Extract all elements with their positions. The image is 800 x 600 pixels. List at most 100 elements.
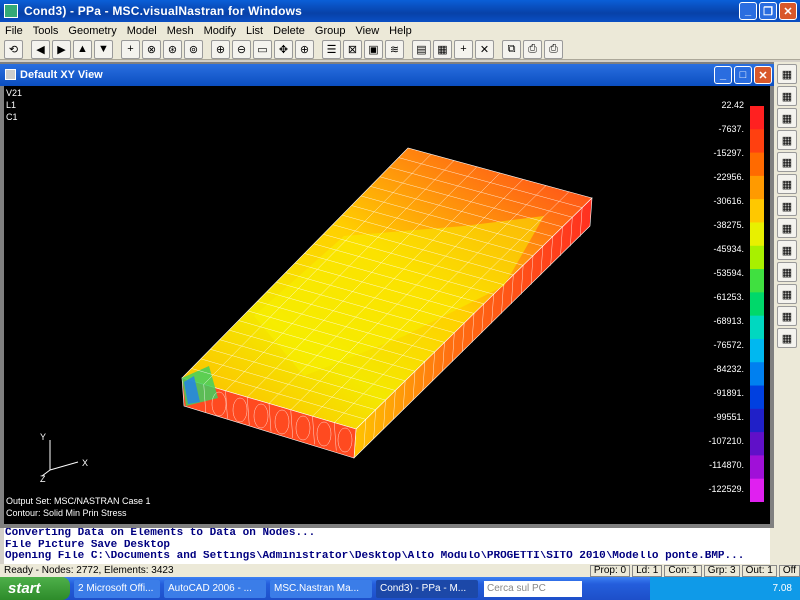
minimize-button[interactable]: _ xyxy=(739,2,757,20)
status-load[interactable]: Ld: 1 xyxy=(632,564,663,577)
main-toolbar: ⟲ ◀ ▶ ▲ ▼ + ⊗ ⊛ ⊚ ⊕ ⊖ ▭ ✥ ⊕ ☰ ⊠ ▣ ≋ ▤ ▦ + ✕ ⧉ ⎙ ⎙ xyxy=(0,39,800,60)
node-icon[interactable]: ▦ xyxy=(777,240,797,260)
arrow-left-icon[interactable]: ◀ xyxy=(31,39,50,59)
taskbar-item-nastran-manual[interactable]: MSC.Nastran Ma... xyxy=(270,579,372,598)
view-icon[interactable]: ▦ xyxy=(777,64,797,84)
menu-tools[interactable]: Tools xyxy=(28,25,64,37)
menu-bar: File Tools Geometry Model Mesh Modify List Dele… xyxy=(0,22,800,39)
legend-swatch xyxy=(750,199,764,223)
message-line: File Picture Save Desktop xyxy=(5,539,171,551)
rotate-icon[interactable]: ⟲ xyxy=(4,39,23,59)
message-line: Opening File C:\Documents and Settings\A… xyxy=(5,551,745,562)
legend-swatch xyxy=(750,385,764,410)
list-icon[interactable]: ☰ xyxy=(322,39,341,59)
start-button[interactable]: start xyxy=(0,577,70,600)
crosshair-icon[interactable]: + xyxy=(454,39,473,59)
legend-value: -107210. xyxy=(708,436,744,447)
status-prop[interactable]: Prop: 0 xyxy=(589,564,631,577)
group-icon[interactable]: ▦ xyxy=(777,262,797,282)
plane-icon[interactable]: ▦ xyxy=(777,174,797,194)
view-maximize-button[interactable]: □ xyxy=(734,66,752,84)
rotate-y-icon[interactable]: ⊛ xyxy=(163,39,182,59)
system-tray: 7.08 xyxy=(650,577,800,600)
contour-label: Contour: Solid Min Prin Stress xyxy=(6,508,127,518)
legend-value: -84232. xyxy=(713,364,744,375)
status-constraint[interactable]: Con: 1 xyxy=(664,564,702,577)
pan-icon[interactable]: ✥ xyxy=(274,39,293,59)
view-icon xyxy=(5,69,16,80)
legend-value: -99551. xyxy=(713,412,744,423)
menu-mesh[interactable]: Mesh xyxy=(162,25,199,37)
copy-icon[interactable]: ⧉ xyxy=(502,39,521,59)
legend-value: -22956. xyxy=(713,172,744,183)
menu-help[interactable]: Help xyxy=(384,25,417,37)
print-preview-icon[interactable]: ⎙ xyxy=(523,39,542,59)
legend-swatch xyxy=(750,315,764,340)
curve-icon[interactable]: ▦ xyxy=(777,152,797,172)
grid-icon[interactable]: ▦ xyxy=(777,130,797,150)
grid-icon[interactable]: ▦ xyxy=(433,39,452,59)
box-icon[interactable]: ⊠ xyxy=(343,39,362,59)
clock: 7.08 xyxy=(772,583,792,594)
axis-z-label: Z xyxy=(40,474,46,484)
menu-modify[interactable]: Modify xyxy=(199,25,241,37)
print-icon[interactable]: ⎙ xyxy=(544,39,563,59)
surface-icon[interactable]: ▦ xyxy=(777,284,797,304)
menu-model[interactable]: Model xyxy=(122,25,162,37)
view-minimize-button[interactable]: _ xyxy=(714,66,732,84)
menu-view[interactable]: View xyxy=(351,25,385,37)
element-icon[interactable]: ▦ xyxy=(777,218,797,238)
taskbar-item-autocad[interactable]: AutoCAD 2006 - ... xyxy=(164,579,266,598)
legend-swatch xyxy=(750,478,764,502)
load-icon[interactable]: ▦ xyxy=(777,306,797,326)
status-group[interactable]: Grp: 3 xyxy=(703,564,740,577)
taskbar: start 2 Microsoft Offi... AutoCAD 2006 -… xyxy=(0,577,800,600)
right-toolbar: ▦ ▦ ▦ ▦ ▦ ▦ ▦ ▦ ▦ ▦ ▦ ▦ ▦ xyxy=(774,62,800,528)
menu-geometry[interactable]: Geometry xyxy=(63,25,121,37)
message-window: Converting Data on Elements to Data on N… xyxy=(4,528,770,564)
axis-triad xyxy=(41,440,79,477)
menu-group[interactable]: Group xyxy=(310,25,351,37)
status-bar: Ready - Nodes: 2772, Elements: 3423 Prop… xyxy=(0,564,800,577)
message-scrollbar[interactable] xyxy=(770,528,800,564)
arrow-right-icon[interactable]: ▶ xyxy=(52,39,71,59)
arrow-up-icon[interactable]: ▲ xyxy=(73,39,92,59)
status-output[interactable]: Out: 1 xyxy=(741,564,777,577)
axis-x-label: X xyxy=(82,458,89,468)
menu-delete[interactable]: Delete xyxy=(268,25,310,37)
mesh-up-icon[interactable]: ▦ xyxy=(777,86,797,106)
window-icon[interactable]: ▤ xyxy=(412,39,431,59)
model-graphic xyxy=(181,147,593,459)
zoom-in-icon[interactable]: ⊕ xyxy=(211,39,230,59)
legend-value: -53594. xyxy=(713,268,744,279)
center-icon[interactable]: ⊕ xyxy=(295,39,314,59)
plus-icon[interactable]: + xyxy=(121,39,140,59)
x-icon[interactable]: ✕ xyxy=(475,39,494,59)
status-off[interactable]: Off xyxy=(778,564,800,577)
layers-icon[interactable]: ≋ xyxy=(385,39,404,59)
menu-list[interactable]: List xyxy=(241,25,268,37)
legend-value: -15297. xyxy=(713,148,744,158)
axis-y-label: Y xyxy=(40,432,47,442)
search-input[interactable]: Cerca sul PC xyxy=(484,580,582,597)
graphics-viewport[interactable]: V21 L1 C1 22.42 -7637. -15297. -22956. -… xyxy=(4,86,770,524)
zoom-box-icon[interactable]: ▭ xyxy=(253,39,272,59)
rotate-z-icon[interactable]: ⊚ xyxy=(184,39,203,59)
zoom-out-icon[interactable]: ⊖ xyxy=(232,39,251,59)
window-title-bar: Cond3) - PPa - MSC.visualNastran for Win… xyxy=(0,0,800,22)
legend-value: -7637. xyxy=(718,124,744,134)
solid-icon[interactable]: ▦ xyxy=(777,196,797,216)
solid-icon[interactable]: ▣ xyxy=(364,39,383,59)
close-button[interactable]: ✕ xyxy=(779,2,797,20)
legend-value: -91891. xyxy=(713,388,744,399)
taskbar-item-office[interactable]: 2 Microsoft Offi... xyxy=(74,579,160,598)
rotate-x-icon[interactable]: ⊗ xyxy=(142,39,161,59)
mesh-down-icon[interactable]: ▦ xyxy=(777,108,797,128)
arrow-down-icon[interactable]: ▼ xyxy=(94,39,113,59)
legend-value: -76572. xyxy=(713,340,744,351)
view-close-button[interactable]: ✕ xyxy=(754,66,772,84)
taskbar-item-visualnastran[interactable]: Cond3) - PPa - M... xyxy=(376,579,478,598)
restore-button[interactable]: ❐ xyxy=(759,2,777,20)
constraint-icon[interactable]: ▦ xyxy=(777,328,797,348)
menu-file[interactable]: File xyxy=(0,25,28,37)
